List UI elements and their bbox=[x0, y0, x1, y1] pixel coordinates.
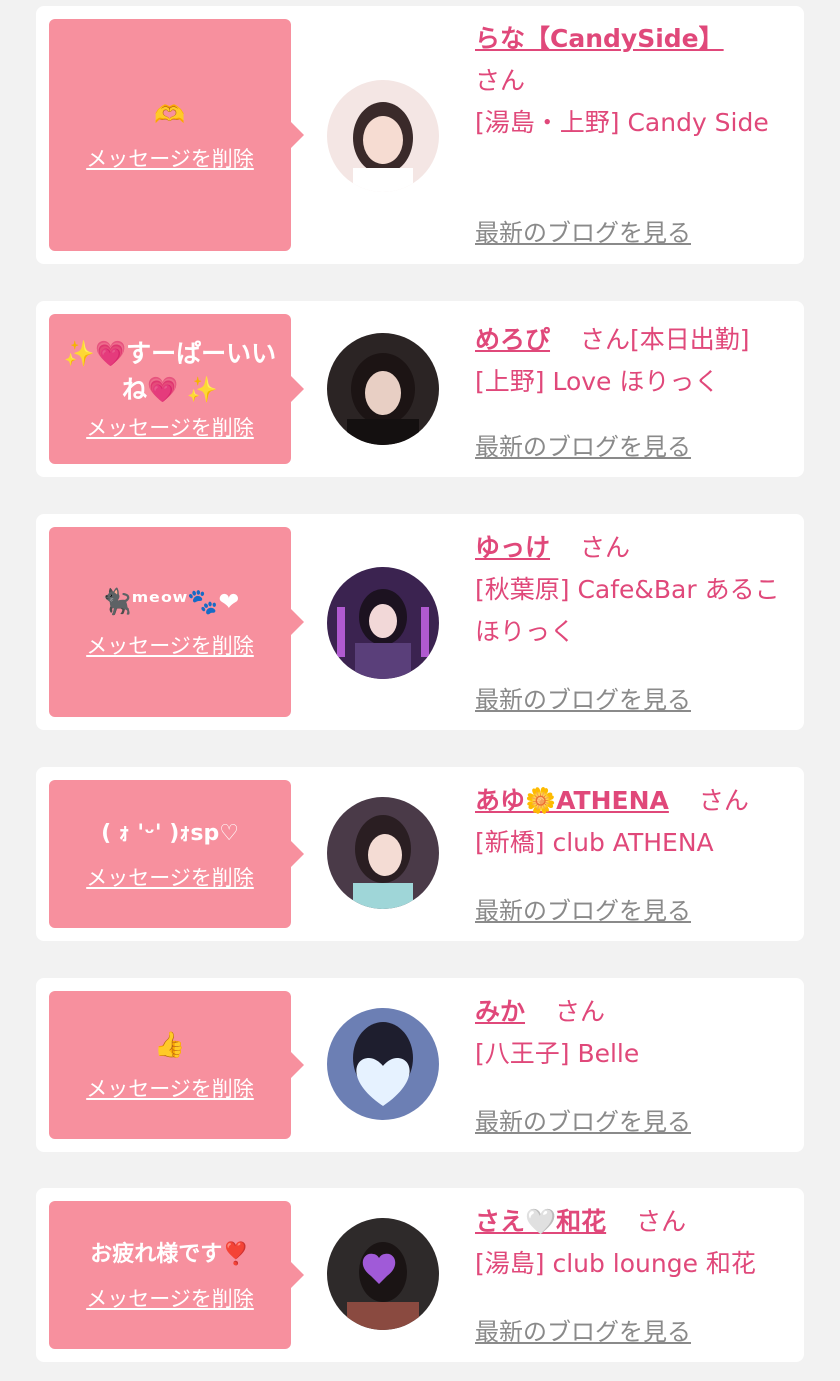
honorific: さん bbox=[579, 533, 630, 562]
message-bubble: 🐈‍⬛ᵐᵉᵒʷ🐾❤ メッセージを削除 bbox=[49, 527, 304, 717]
message-text: 👍 bbox=[154, 1030, 186, 1059]
cast-name-link[interactable]: らな【CandySide】 bbox=[475, 24, 724, 53]
latest-blog-link[interactable]: 最新のブログを見る bbox=[475, 1102, 691, 1137]
favorite-card: 🫶 メッセージを削除 らな【CandySide】 さん [湯島・上野] Cand… bbox=[36, 6, 804, 264]
honorific: さん bbox=[579, 325, 630, 354]
latest-blog-link[interactable]: 最新のブログを見る bbox=[475, 1312, 691, 1347]
delete-message-link[interactable]: メッセージを削除 bbox=[86, 630, 254, 660]
delete-message-link[interactable]: メッセージを削除 bbox=[86, 1073, 254, 1103]
message-bubble: ✨💗すーぱーいいね💗 ✨ メッセージを削除 bbox=[49, 314, 304, 464]
shop-name: [上野] Love ほりっく bbox=[475, 367, 720, 396]
avatar[interactable] bbox=[327, 1008, 439, 1120]
message-bubble: ( ｫ 'ᵕ' )ｫsp♡ メッセージを削除 bbox=[49, 780, 304, 928]
favorites-list: 🫶 メッセージを削除 らな【CandySide】 さん [湯島・上野] Cand… bbox=[0, 0, 840, 1381]
cast-info: さえ🤍和花 さん [湯島] club lounge 和花 bbox=[475, 1201, 785, 1285]
message-bubble: 🫶 メッセージを削除 bbox=[49, 19, 304, 251]
avatar[interactable] bbox=[327, 1218, 439, 1330]
cast-name-link[interactable]: めろぴ bbox=[475, 325, 550, 354]
cast-info: みか さん [八王子] Belle bbox=[475, 991, 785, 1075]
cast-name-link[interactable]: みか bbox=[475, 997, 525, 1026]
favorite-card: ✨💗すーぱーいいね💗 ✨ メッセージを削除 めろぴ さん[本日出勤] [上野] … bbox=[36, 301, 804, 477]
latest-blog-link[interactable]: 最新のブログを見る bbox=[475, 891, 691, 926]
message-bubble: お疲れ様です❣️ メッセージを削除 bbox=[49, 1201, 304, 1349]
shop-name: [秋葉原] Cafe&Bar あるこほりっく bbox=[475, 575, 780, 646]
latest-blog-link[interactable]: 最新のブログを見る bbox=[475, 213, 691, 248]
delete-message-link[interactable]: メッセージを削除 bbox=[86, 143, 254, 173]
honorific: さん bbox=[698, 786, 749, 815]
latest-blog-link[interactable]: 最新のブログを見る bbox=[475, 680, 691, 715]
cast-name-link[interactable]: ゆっけ bbox=[475, 533, 550, 562]
favorite-card: 👍 メッセージを削除 みか さん [八王子] Belle 最新のブログを見る bbox=[36, 978, 804, 1152]
favorite-card: 🐈‍⬛ᵐᵉᵒʷ🐾❤ メッセージを削除 ゆっけ さん [秋葉原] Cafe&Bar… bbox=[36, 514, 804, 730]
cast-name-link[interactable]: あゆ🌼ATHENA bbox=[475, 786, 669, 815]
delete-message-link[interactable]: メッセージを削除 bbox=[86, 412, 254, 442]
cast-info: ゆっけ さん [秋葉原] Cafe&Bar あるこほりっく bbox=[475, 527, 785, 653]
cast-info: めろぴ さん[本日出勤] [上野] Love ほりっく bbox=[475, 319, 795, 403]
shop-name: [湯島・上野] Candy Side bbox=[475, 108, 769, 137]
message-text: ( ｫ 'ᵕ' )ｫsp♡ bbox=[101, 821, 239, 846]
work-status: [本日出勤] bbox=[629, 325, 750, 354]
honorific: さん bbox=[636, 1207, 687, 1236]
honorific: さん bbox=[554, 997, 605, 1026]
shop-name: [湯島] club lounge 和花 bbox=[475, 1249, 756, 1278]
honorific: さん bbox=[475, 66, 526, 95]
delete-message-link[interactable]: メッセージを削除 bbox=[86, 1283, 254, 1313]
message-text: 🐈‍⬛ᵐᵉᵒʷ🐾❤ bbox=[100, 587, 240, 616]
avatar[interactable] bbox=[327, 797, 439, 909]
avatar[interactable] bbox=[327, 567, 439, 679]
cast-info: あゆ🌼ATHENA さん [新橋] club ATHENA bbox=[475, 780, 785, 864]
message-text: 🫶 bbox=[154, 100, 186, 129]
avatar[interactable] bbox=[327, 333, 439, 445]
avatar[interactable] bbox=[327, 80, 439, 192]
delete-message-link[interactable]: メッセージを削除 bbox=[86, 862, 254, 892]
cast-name-link[interactable]: さえ🤍和花 bbox=[475, 1207, 606, 1236]
favorite-card: お疲れ様です❣️ メッセージを削除 さえ🤍和花 さん [湯島] club lou… bbox=[36, 1188, 804, 1362]
message-bubble: 👍 メッセージを削除 bbox=[49, 991, 304, 1139]
cast-info: らな【CandySide】 さん [湯島・上野] Candy Side bbox=[475, 18, 785, 144]
favorite-card: ( ｫ 'ᵕ' )ｫsp♡ メッセージを削除 あゆ🌼ATHENA さん [新橋]… bbox=[36, 767, 804, 941]
shop-name: [新橋] club ATHENA bbox=[475, 828, 714, 857]
shop-name: [八王子] Belle bbox=[475, 1039, 640, 1068]
message-text: ✨💗すーぱーいいね💗 ✨ bbox=[63, 339, 277, 404]
latest-blog-link[interactable]: 最新のブログを見る bbox=[475, 427, 691, 462]
message-text: お疲れ様です❣️ bbox=[90, 1242, 250, 1267]
